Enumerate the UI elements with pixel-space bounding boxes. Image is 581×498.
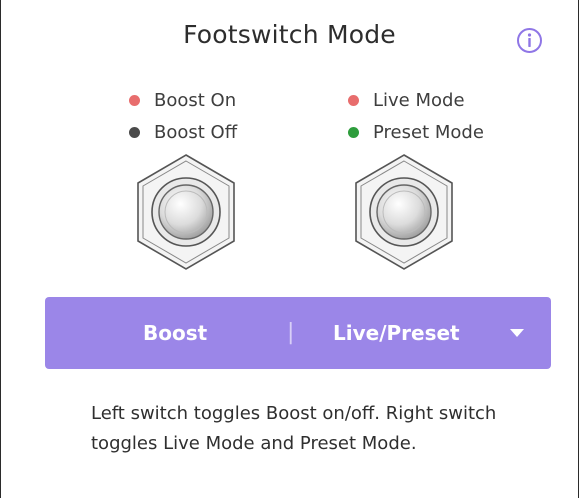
- mode-right-label: Live/Preset: [333, 321, 460, 345]
- right-footswitch-icon[interactable]: [344, 152, 464, 272]
- info-icon[interactable]: [516, 27, 543, 54]
- green-dot-icon: [348, 126, 359, 138]
- legend-item-live-mode: Live Mode: [348, 84, 484, 116]
- left-footswitch-icon[interactable]: [126, 152, 246, 272]
- chevron-down-icon[interactable]: [510, 329, 524, 337]
- legend-label: Boost Off: [154, 121, 238, 143]
- live-preset-legend: Live Mode Preset Mode: [348, 84, 484, 148]
- mode-left-label: Boost: [143, 321, 208, 345]
- legend-item-boost-on: Boost On: [129, 84, 237, 116]
- legend-item-boost-off: Boost Off: [129, 116, 237, 148]
- legend-label: Boost On: [154, 89, 237, 111]
- legend-label: Preset Mode: [373, 121, 484, 143]
- red-dot-icon: [129, 94, 140, 106]
- mode-description: Left switch toggles Boost on/off. Right …: [91, 403, 497, 454]
- boost-legend: Boost On Boost Off: [129, 84, 237, 148]
- mode-separator: |: [287, 320, 295, 345]
- red-dot-icon: [348, 94, 359, 106]
- footswitch-mode-dropdown[interactable]: Boost | Live/Preset: [45, 297, 551, 369]
- dark-dot-icon: [129, 126, 140, 138]
- legend-label: Live Mode: [373, 89, 465, 111]
- legend-item-preset-mode: Preset Mode: [348, 116, 484, 148]
- page-title: Footswitch Mode: [183, 20, 396, 49]
- footswitch-mode-panel: Footswitch Mode Boost On Boost Off Live …: [0, 0, 579, 498]
